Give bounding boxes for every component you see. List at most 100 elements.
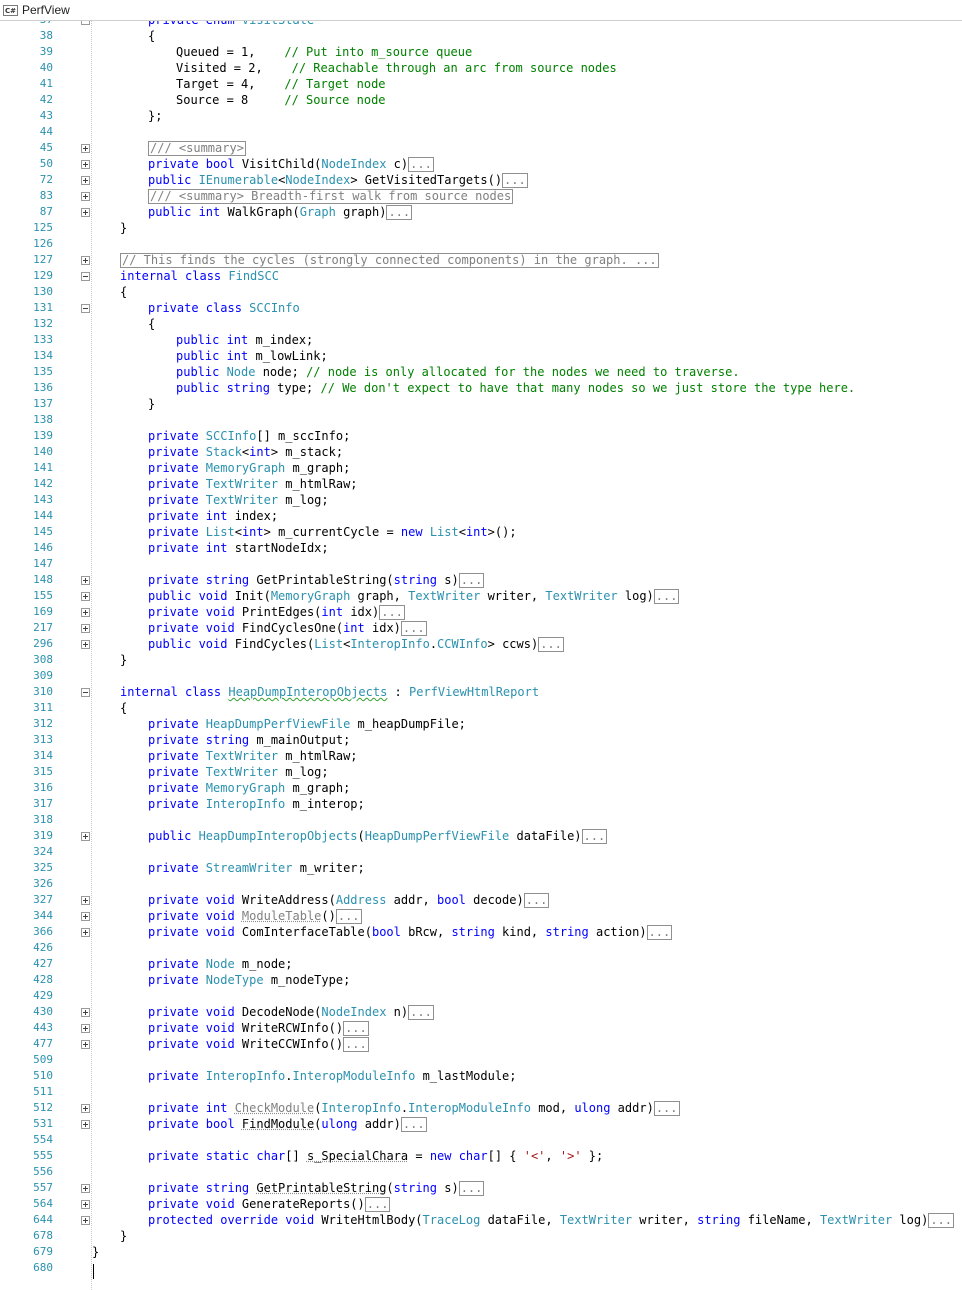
collapsed-region-box[interactable]: ... [523,893,550,908]
collapsed-region-box[interactable]: ... [653,589,680,604]
expand-region-icon[interactable] [81,832,90,841]
code-text: /// <summary> Breadth-first walk from so… [148,188,514,204]
code-text: private void FindCyclesOne(int idx)... [148,620,427,636]
code-token: private void [148,1021,242,1035]
collapse-region-icon[interactable] [81,272,90,281]
line-number: 126 [33,237,53,250]
expand-region-icon[interactable] [81,592,90,601]
code-token: ( [357,829,365,843]
code-token: graph) [335,205,387,219]
expand-region-icon[interactable] [81,624,90,633]
code-token: string [545,925,589,939]
expand-region-icon[interactable] [81,1040,90,1049]
code-text: { [148,28,155,44]
code-text: private InteropInfo.InteropModuleInfo m_… [148,1068,517,1084]
collapsed-region-box[interactable]: ... [458,1181,485,1196]
code-text: private void ModuleTable()... [148,908,362,924]
code-token: InteropInfo [205,797,286,811]
line-number: 145 [33,525,53,538]
expand-region-icon[interactable] [81,640,90,649]
collapsed-region-box[interactable]: ... [502,173,528,188]
code-token: private [148,749,206,763]
line-number: 134 [33,349,53,362]
code-token: m_log; [278,493,329,507]
window-title: PerfView [22,3,70,17]
collapsed-region-box[interactable]: ... [335,909,362,924]
collapsed-region-box[interactable]: ... [928,1213,955,1228]
expand-region-icon[interactable] [81,1024,90,1033]
code-token: private [148,973,206,987]
code-line: 318 [0,812,962,828]
code-token: VisitState [235,21,314,27]
code-token: private [148,797,206,811]
collapse-region-icon[interactable] [81,688,90,697]
collapsed-region-box[interactable]: ... [364,1197,391,1212]
collapse-region-icon[interactable] [81,304,90,313]
collapsed-comment-box[interactable]: /// <summary> [148,141,246,156]
expand-region-icon[interactable] [81,256,90,265]
code-line: 125} [0,220,962,236]
line-number: 135 [33,365,53,378]
code-text: { [120,284,127,300]
code-token: > ccws) [487,637,539,651]
code-token: bool [437,893,466,907]
collapsed-region-box[interactable]: ... [646,925,673,940]
code-token: private bool [148,1117,242,1131]
collapsed-region-box[interactable]: ... [408,1005,434,1020]
code-line: 40 Visited = 2, // Reachable through an a… [0,60,962,76]
collapsed-region-box[interactable]: ... [386,205,413,220]
code-token: public void [148,589,235,603]
expand-region-icon[interactable] [81,208,90,217]
code-line: 319 public HeapDumpInteropObjects(HeapDum… [0,828,962,844]
expand-region-icon[interactable] [81,1120,90,1129]
expand-region-icon[interactable] [81,896,90,905]
line-number: 83 [39,189,53,202]
expand-region-icon[interactable] [81,144,90,153]
code-token: [] m_sccInfo; [256,429,351,443]
collapsed-region-box[interactable]: ... [343,1021,369,1036]
collapsed-region-box[interactable]: ... [458,573,485,588]
collapsed-region-box[interactable]: ... [379,605,405,620]
expand-region-icon[interactable] [81,160,90,169]
expand-region-icon[interactable] [81,1008,90,1017]
code-editor[interactable]: 37 private enum VisitState 38 {39 Queued = 1… [0,21,962,1290]
code-text: private bool VisitChild(NodeIndex c)... [148,156,434,172]
line-number: 44 [39,125,53,138]
code-token: WriteCCWInfo() [241,1037,344,1051]
collapsed-region-box[interactable]: ... [400,621,427,636]
expand-region-icon[interactable] [81,1184,90,1193]
expand-region-icon[interactable] [81,576,90,585]
collapsed-comment-box[interactable]: /// <summary> Breadth-first walk from so… [148,189,514,204]
expand-region-icon[interactable] [81,1216,90,1225]
code-line: 140 private Stack<int> m_stack; [0,444,962,460]
collapsed-region-box[interactable]: ... [581,829,608,844]
expand-region-icon[interactable] [81,1104,90,1113]
collapsed-region-box[interactable]: ... [653,1101,680,1116]
code-token: writer, [632,1213,698,1227]
expand-region-icon[interactable] [81,608,90,617]
code-token: c) [386,157,409,171]
code-line: 511 [0,1084,962,1100]
collapsed-region-box[interactable]: ... [400,1117,427,1132]
code-token: VisitChild( [241,157,322,171]
collapsed-region-box[interactable]: ... [343,1037,369,1052]
expand-region-icon[interactable] [81,176,90,185]
code-token: internal class [120,269,229,283]
collapsed-region-box[interactable]: ... [538,637,564,652]
code-token: Init( [234,589,271,603]
code-line: 680 [0,1260,962,1276]
code-token: m_htmlRaw; [278,477,358,491]
collapsed-region-box[interactable]: ... [408,157,434,172]
line-number: 316 [33,781,53,794]
expand-region-icon[interactable] [81,912,90,921]
code-line: 325 private StreamWriter m_writer; [0,860,962,876]
code-line: 42 Source = 8 // Source node [0,92,962,108]
line-number: 50 [39,157,53,170]
collapsed-comment-box[interactable]: // This finds the cycles (strongly conne… [120,253,659,268]
expand-region-icon[interactable] [81,928,90,937]
collapse-region-icon[interactable] [81,21,90,25]
code-line: 129 internal class FindSCC [0,268,962,284]
expand-region-icon[interactable] [81,1200,90,1209]
expand-region-icon[interactable] [81,192,90,201]
line-number: 510 [33,1069,53,1082]
